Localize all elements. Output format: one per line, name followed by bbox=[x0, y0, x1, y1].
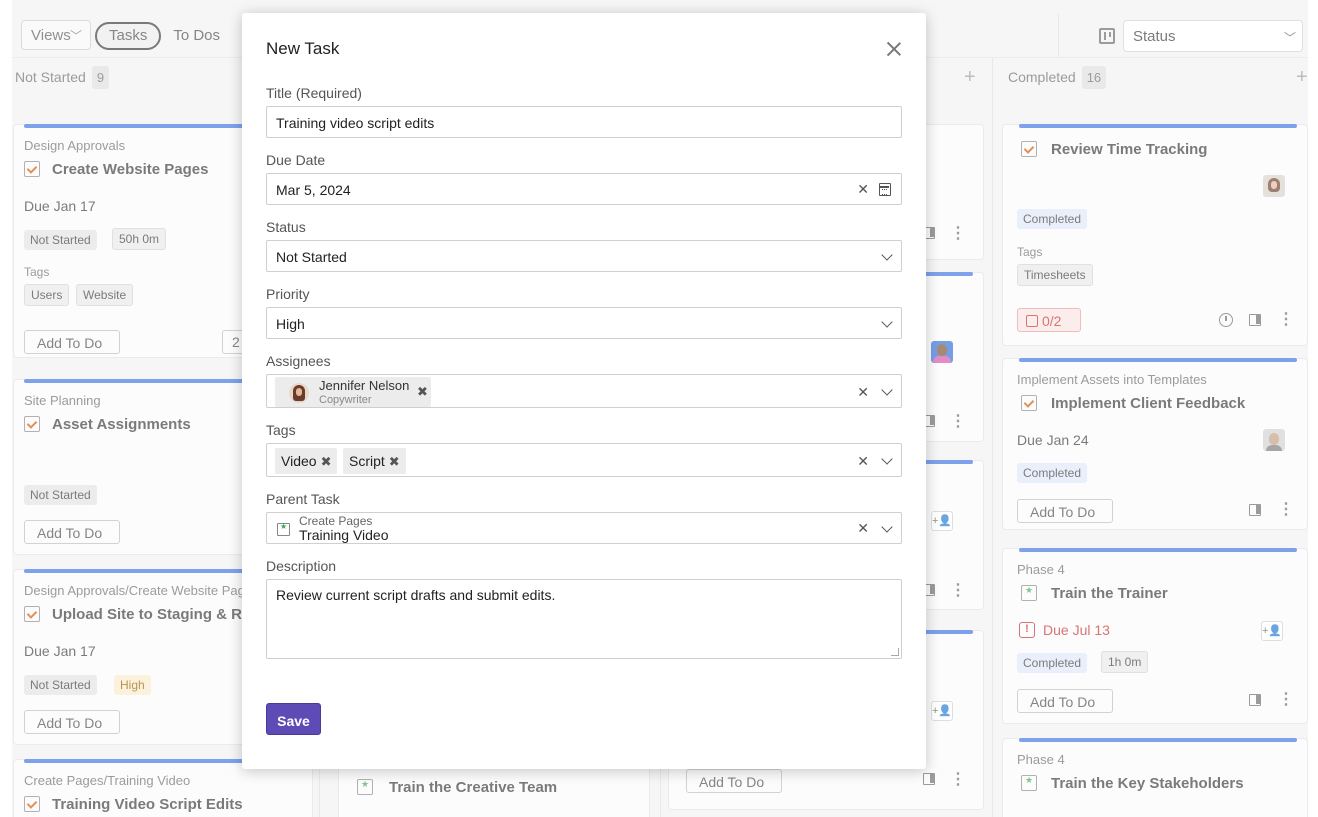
remove-tag-icon[interactable]: ✖ bbox=[389, 454, 400, 469]
due-date-value: Mar 5, 2024 bbox=[276, 182, 351, 198]
description-label: Description bbox=[266, 558, 337, 574]
assignee-role: Copywriter bbox=[319, 394, 372, 406]
description-value: Review current script drafts and submit … bbox=[276, 587, 556, 603]
tag-label: Script bbox=[349, 453, 385, 469]
chevron-down-icon bbox=[881, 453, 893, 465]
tag-pill: Video ✖ bbox=[275, 448, 338, 474]
clear-icon[interactable]: ✕ bbox=[857, 384, 869, 401]
priority-value: High bbox=[276, 316, 305, 332]
assignee-name: Jennifer Nelson bbox=[319, 378, 410, 393]
status-select[interactable]: Not Started bbox=[266, 240, 902, 272]
assignee-pill: Jennifer Nelson Copywriter ✖ bbox=[275, 377, 431, 407]
parent-task-select[interactable]: Create Pages Training Video ✕ bbox=[266, 512, 902, 544]
title-label: Title (Required) bbox=[266, 85, 362, 101]
clear-icon[interactable]: ✕ bbox=[857, 181, 869, 198]
tag-label: Video bbox=[281, 453, 317, 469]
chevron-down-icon bbox=[881, 249, 893, 261]
due-date-input[interactable]: Mar 5, 2024 ✕ bbox=[266, 173, 902, 205]
chevron-down-icon bbox=[881, 521, 893, 533]
title-value: Training video script edits bbox=[276, 115, 435, 131]
tag-pill: Script ✖ bbox=[343, 448, 406, 474]
remove-assignee-icon[interactable]: ✖ bbox=[417, 384, 428, 400]
priority-label: Priority bbox=[266, 286, 310, 302]
tags-select[interactable]: Video ✖ Script ✖ ✕ bbox=[266, 443, 902, 477]
new-task-dialog: New Task Title (Required) Training video… bbox=[242, 13, 926, 769]
close-icon[interactable] bbox=[884, 39, 904, 59]
parent-project: Create Pages bbox=[299, 514, 373, 528]
task-icon bbox=[277, 522, 290, 536]
save-button[interactable]: Save bbox=[266, 703, 321, 735]
parent-task-label: Parent Task bbox=[266, 491, 340, 507]
clear-icon[interactable]: ✕ bbox=[857, 520, 869, 537]
priority-select[interactable]: High bbox=[266, 307, 902, 339]
status-value: Not Started bbox=[276, 249, 347, 265]
tags-label: Tags bbox=[266, 422, 296, 438]
resize-handle-icon[interactable] bbox=[891, 648, 899, 656]
status-label: Status bbox=[266, 219, 306, 235]
description-textarea[interactable]: Review current script drafts and submit … bbox=[266, 579, 902, 659]
assignees-label: Assignees bbox=[266, 353, 331, 369]
remove-tag-icon[interactable]: ✖ bbox=[321, 454, 332, 469]
avatar bbox=[289, 383, 309, 403]
parent-task-value: Training Video bbox=[299, 527, 389, 543]
calendar-icon[interactable] bbox=[879, 183, 891, 196]
chevron-down-icon bbox=[881, 384, 893, 396]
chevron-down-icon bbox=[881, 316, 893, 328]
title-input[interactable]: Training video script edits bbox=[266, 106, 902, 138]
dialog-title: New Task bbox=[266, 39, 340, 58]
clear-icon[interactable]: ✕ bbox=[857, 453, 869, 470]
due-date-label: Due Date bbox=[266, 152, 326, 168]
assignees-select[interactable]: Jennifer Nelson Copywriter ✖ ✕ bbox=[266, 374, 902, 408]
